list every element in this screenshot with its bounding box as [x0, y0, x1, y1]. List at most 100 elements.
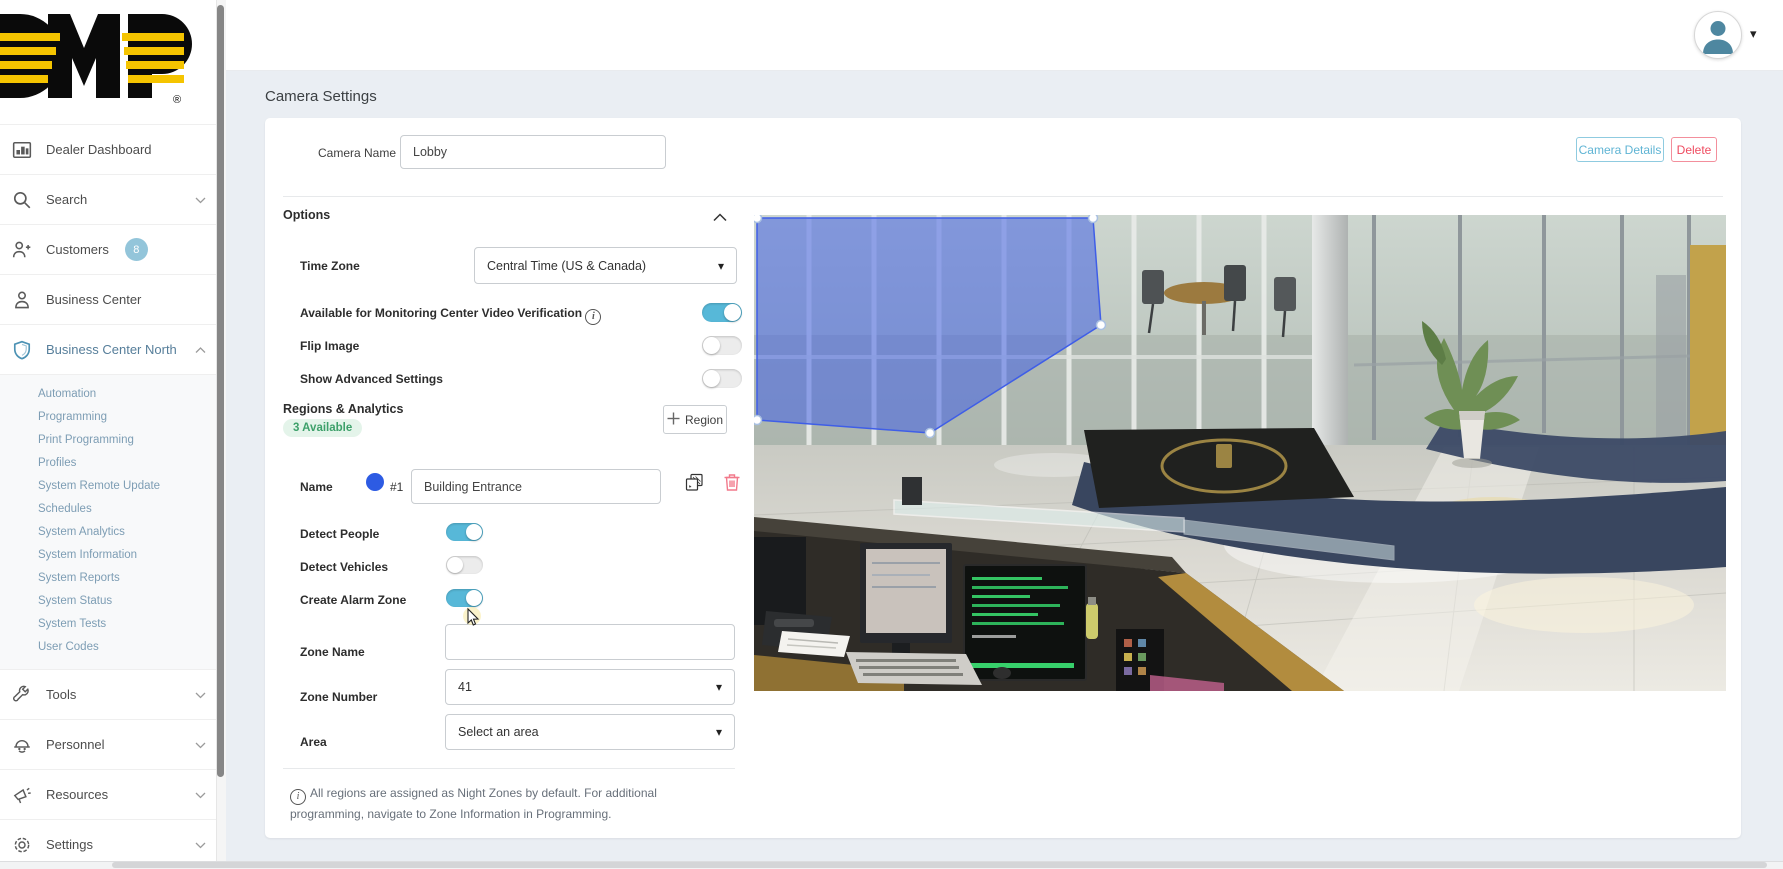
copy-region-icon[interactable]	[685, 473, 704, 497]
video-verification-label: Available for Monitoring Center Video Ve…	[300, 306, 601, 325]
sidebar-submenu: Automation Programming Print Programming…	[0, 374, 216, 669]
regions-note: iAll regions are assigned as Night Zones…	[290, 784, 682, 825]
flip-image-label: Flip Image	[300, 339, 359, 353]
info-icon: i	[290, 789, 306, 805]
search-icon	[12, 190, 32, 210]
region-handle	[1089, 215, 1098, 223]
chevron-up-icon	[195, 342, 206, 357]
region-name-input[interactable]	[411, 469, 661, 504]
sidebar-item-label: Search	[46, 192, 87, 207]
sidebar: ® Dealer Dashboard	[0, 0, 216, 869]
video-verification-toggle[interactable]	[702, 303, 742, 322]
sidebar-subitem-system-tests[interactable]: System Tests	[0, 613, 216, 636]
options-collapse-chevron-up-icon[interactable]	[713, 209, 727, 227]
sidebar-subitem-programming[interactable]: Programming	[0, 406, 216, 429]
horizontal-scrollbar-thumb[interactable]	[112, 862, 1767, 868]
sidebar-item-label: Personnel	[46, 737, 105, 752]
app-root: ® Dealer Dashboard	[0, 0, 1783, 869]
sidebar-subitem-automation[interactable]: Automation	[0, 383, 216, 406]
sidebar-subitem-print-programming[interactable]: Print Programming	[0, 429, 216, 452]
sidebar-item-customers[interactable]: Customers 8	[0, 224, 216, 274]
sidebar-subitem-schedules[interactable]: Schedules	[0, 498, 216, 521]
sidebar-subitem-system-analytics[interactable]: System Analytics	[0, 521, 216, 544]
regions-section-title: Regions & Analytics	[283, 402, 403, 416]
region-handle	[926, 429, 935, 438]
sidebar-item-label: Customers	[46, 242, 109, 257]
advanced-settings-label: Show Advanced Settings	[300, 372, 443, 386]
time-zone-select[interactable]: Central Time (US & Canada) ▾	[474, 247, 737, 284]
detect-vehicles-label: Detect Vehicles	[300, 560, 388, 574]
hardhat-icon	[12, 735, 32, 755]
detect-vehicles-toggle[interactable]	[446, 556, 483, 574]
detect-people-toggle[interactable]	[446, 523, 483, 541]
area-value: Select an area	[458, 725, 539, 739]
region-overlay[interactable]	[754, 215, 1726, 691]
zone-number-label: Zone Number	[300, 690, 377, 704]
gear-icon	[12, 835, 32, 855]
camera-details-button[interactable]: Camera Details	[1576, 137, 1664, 162]
zone-name-input[interactable]	[445, 624, 735, 660]
region-number: #1	[390, 480, 403, 494]
sidebar-item-label: Resources	[46, 787, 108, 802]
page-title: Camera Settings	[265, 88, 377, 105]
avatar-menu-caret[interactable]: ▾	[1750, 26, 1757, 42]
top-bar	[225, 0, 1783, 71]
region-handle	[754, 215, 762, 223]
add-region-button[interactable]: Region	[663, 405, 727, 434]
time-zone-value: Central Time (US & Canada)	[487, 259, 646, 273]
dmp-logo[interactable]: ®	[0, 6, 195, 106]
user-avatar[interactable]	[1694, 11, 1742, 59]
region-handle	[1097, 321, 1106, 330]
delete-camera-button[interactable]: Delete	[1671, 137, 1717, 162]
sidebar-subitem-profiles[interactable]: Profiles	[0, 452, 216, 475]
camera-settings-card: Camera Name Camera Details Delete Option…	[265, 118, 1741, 838]
select-caret-icon: ▾	[716, 725, 722, 739]
chevron-down-icon	[195, 192, 206, 207]
sidebar-item-business-center[interactable]: Business Center	[0, 274, 216, 324]
flip-image-toggle[interactable]	[702, 336, 742, 355]
select-caret-icon: ▾	[716, 680, 722, 694]
sidebar-subitem-system-information[interactable]: System Information	[0, 544, 216, 567]
person-icon	[12, 290, 32, 310]
sidebar-item-tools[interactable]: Tools	[0, 669, 216, 719]
chevron-down-icon	[195, 687, 206, 702]
zone-name-label: Zone Name	[300, 645, 365, 659]
options-section-title: Options	[283, 208, 330, 222]
sidebar-item-search[interactable]: Search	[0, 174, 216, 224]
create-alarm-zone-label: Create Alarm Zone	[300, 593, 406, 607]
megaphone-icon	[12, 785, 32, 805]
avatar-person-icon	[1695, 12, 1741, 58]
sidebar-item-dealer-dashboard[interactable]: Dealer Dashboard	[0, 124, 216, 174]
dashboard-icon	[12, 140, 32, 160]
sidebar-item-business-center-north[interactable]: Business Center North	[0, 324, 216, 374]
divider	[283, 196, 1723, 197]
select-caret-icon: ▾	[718, 259, 724, 273]
camera-name-input[interactable]	[400, 135, 666, 169]
sidebar-item-label: Settings	[46, 837, 93, 852]
sidebar-subitem-system-status[interactable]: System Status	[0, 590, 216, 613]
sidebar-item-resources[interactable]: Resources	[0, 769, 216, 819]
advanced-settings-toggle[interactable]	[702, 369, 742, 388]
sidebar-subitem-system-reports[interactable]: System Reports	[0, 567, 216, 590]
sidebar-item-personnel[interactable]: Personnel	[0, 719, 216, 769]
customers-icon	[12, 240, 32, 260]
create-alarm-zone-toggle[interactable]	[446, 589, 483, 607]
camera-video-frame[interactable]	[754, 215, 1726, 691]
sidebar-subitem-system-remote-update[interactable]: System Remote Update	[0, 475, 216, 498]
region-handle	[754, 416, 762, 425]
delete-region-trash-icon[interactable]	[723, 472, 741, 497]
region-color-dot[interactable]	[366, 473, 384, 491]
camera-name-label: Camera Name	[318, 146, 396, 160]
customers-count-badge: 8	[125, 238, 148, 261]
region-polygon	[757, 218, 1101, 433]
sidebar-subitem-user-codes[interactable]: User Codes	[0, 636, 216, 659]
regions-available-badge: 3 Available	[283, 419, 362, 437]
zone-number-select[interactable]: 41 ▾	[445, 669, 735, 705]
zone-number-value: 41	[458, 680, 472, 694]
chevron-down-icon	[195, 787, 206, 802]
divider	[283, 768, 735, 769]
area-select[interactable]: Select an area ▾	[445, 714, 735, 750]
sidebar-item-label: Tools	[46, 687, 76, 702]
info-icon[interactable]: i	[585, 309, 601, 325]
sidebar-scrollbar-thumb[interactable]	[217, 5, 224, 777]
